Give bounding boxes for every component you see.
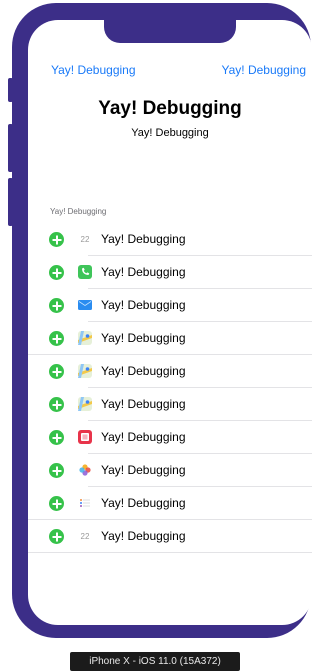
list-item-label: Yay! Debugging [101,430,186,444]
list-item[interactable]: 22 Yay! Debugging [28,520,312,553]
list-item[interactable]: Yay! Debugging [28,388,312,421]
notch [104,20,236,43]
maps-icon [77,363,93,379]
list-item-label: Yay! Debugging [101,331,186,345]
list-item-label: Yay! Debugging [101,364,186,378]
list-item-label: Yay! Debugging [101,298,186,312]
phone-icon [77,264,93,280]
photo-booth-icon [77,429,93,445]
device-frame: Yay! Debugging Yay! Debugging Yay! Debug… [12,3,312,638]
calendar-icon: 22 [80,531,90,541]
list-item-label: Yay! Debugging [101,529,186,543]
add-icon[interactable] [49,298,64,313]
add-icon[interactable] [49,364,64,379]
mail-icon [77,297,93,313]
list-item-label: Yay! Debugging [101,463,186,477]
add-icon[interactable] [49,529,64,544]
add-icon[interactable] [49,463,64,478]
list-item[interactable]: Yay! Debugging [28,256,312,289]
section-header: Yay! Debugging [50,207,107,216]
maps-icon [77,330,93,346]
device-caption: iPhone X - iOS 11.0 (15A372) [70,652,240,671]
photos-icon [77,462,93,478]
apps-list: 22 Yay! Debugging Yay! Debugging Yay! De… [28,223,312,553]
calendar-icon: 22 [80,234,90,244]
list-item-label: Yay! Debugging [101,397,186,411]
add-icon[interactable] [49,430,64,445]
page-subtitle: Yay! Debugging [131,127,209,139]
list-item[interactable]: Yay! Debugging [28,322,312,355]
reminders-icon [77,495,93,511]
row-separator [28,552,312,553]
page-title: Yay! Debugging [98,98,242,119]
nav-left-button[interactable]: Yay! Debugging [51,63,136,77]
nav-right-button[interactable]: Yay! Debugging [221,63,306,77]
simulator-stage: Yay! Debugging Yay! Debugging Yay! Debug… [0,0,312,671]
list-item-label: Yay! Debugging [101,232,186,246]
list-item[interactable]: Yay! Debugging [28,421,312,454]
list-item[interactable]: 22 Yay! Debugging [28,223,312,256]
list-item[interactable]: Yay! Debugging [28,355,312,388]
list-item-label: Yay! Debugging [101,496,186,510]
maps-icon [77,396,93,412]
list-item[interactable]: Yay! Debugging [28,487,312,520]
add-icon[interactable] [49,331,64,346]
device-screen: Yay! Debugging Yay! Debugging Yay! Debug… [28,20,312,625]
add-icon[interactable] [49,232,64,247]
list-item[interactable]: Yay! Debugging [28,454,312,487]
add-icon[interactable] [49,496,64,511]
add-icon[interactable] [49,265,64,280]
add-icon[interactable] [49,397,64,412]
list-item-label: Yay! Debugging [101,265,186,279]
list-item[interactable]: Yay! Debugging [28,289,312,322]
